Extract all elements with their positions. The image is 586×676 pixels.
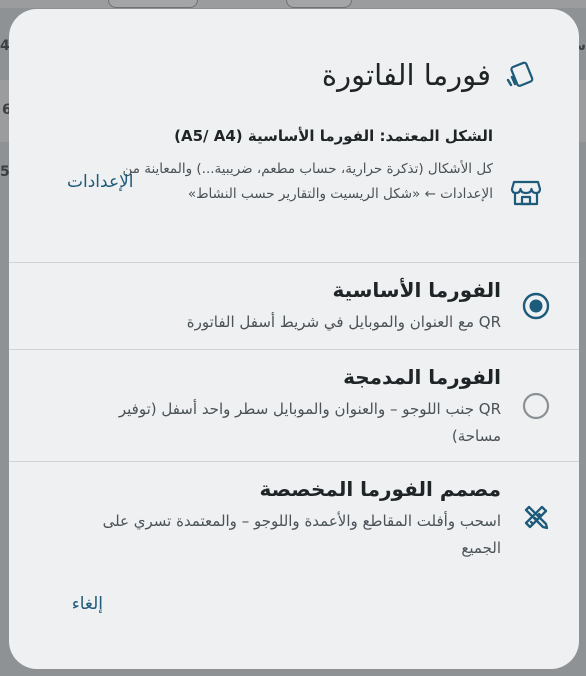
option-text: الفورما المدمجة QR جنب اللوجو – والعنوان… [71, 362, 501, 450]
design-tools-icon [524, 505, 549, 530]
option-description: QR جنب اللوجو – والعنوان والموبايل سطر و… [118, 400, 501, 445]
option-title: الفورما المدمجة [343, 365, 501, 389]
option-title: مصمم الفورما المخصصة [259, 477, 501, 501]
radio-selected-icon[interactable] [521, 291, 551, 321]
background-chip [286, 0, 352, 8]
option-text: مصمم الفورما المخصصة اسحب وأفلت المقاطع … [71, 474, 501, 562]
option-compact-form[interactable]: الفورما المدمجة QR جنب اللوجو – والعنوان… [9, 350, 579, 461]
store-icon [510, 180, 542, 206]
radio-unselected-icon[interactable] [521, 391, 551, 421]
settings-button[interactable]: الإعدادات [61, 171, 140, 193]
option-description: اسحب وأفلت المقاطع والأعمدة واللوجو – وا… [102, 512, 501, 557]
option-description: QR مع العنوان والموبايل في شريط أسفل الف… [186, 313, 501, 331]
receipt-tilted-icon [506, 61, 534, 87]
current-format-text: الشكل المعتمد: الفورما الأساسية (A5/ A4)… [73, 121, 493, 207]
option-title: الفورما الأساسية [332, 278, 501, 302]
option-basic-form[interactable]: الفورما الأساسية QR مع العنوان والموبايل… [9, 263, 579, 349]
dialog-header: فورما الفاتورة [322, 53, 537, 97]
current-format-title: الشكل المعتمد: الفورما الأساسية (A5/ A4) [174, 127, 493, 145]
cancel-button[interactable]: إلغاء [66, 593, 109, 615]
current-format-info: الشكل المعتمد: الفورما الأساسية (A5/ A4)… [9, 113, 561, 261]
option-custom-designer[interactable]: مصمم الفورما المخصصة اسحب وأفلت المقاطع … [9, 462, 579, 572]
invoice-form-dialog: فورما الفاتورة الشكل المعتمد: الفورما ال… [9, 9, 579, 669]
background-chip [108, 0, 198, 8]
option-text: الفورما الأساسية QR مع العنوان والموبايل… [71, 275, 501, 336]
dialog-title: فورما الفاتورة [321, 58, 491, 92]
